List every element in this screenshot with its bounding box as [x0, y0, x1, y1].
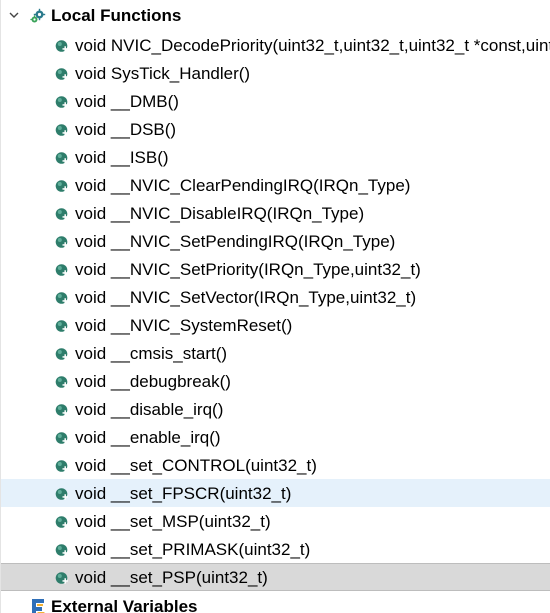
function-item-label: void __NVIC_SystemReset()	[75, 316, 293, 335]
function-item-label: void NVIC_DecodePriority(uint32_t,uint32…	[75, 36, 550, 55]
function-icon	[55, 292, 68, 304]
function-icon	[55, 516, 68, 528]
local-functions-list: void NVIC_DecodePriority(uint32_t,uint32…	[1, 31, 550, 591]
function-item[interactable]: void __set_MSP(uint32_t)	[1, 507, 550, 535]
function-icon	[55, 96, 68, 108]
function-item[interactable]: void __DSB()	[1, 115, 550, 143]
function-item-label: void __ISB()	[75, 148, 169, 167]
outline-tree: Local Functions void NVIC_DecodePriority…	[0, 0, 550, 613]
function-item-label: void __disable_irq()	[75, 400, 224, 419]
function-item-label: void __debugbreak()	[75, 372, 231, 391]
function-item[interactable]: void __DMB()	[1, 87, 550, 115]
function-item[interactable]: void __set_PRIMASK(uint32_t)	[1, 535, 550, 563]
function-icon	[55, 432, 68, 444]
external-variable-icon	[32, 599, 45, 613]
function-item-label: void __NVIC_DisableIRQ(IRQn_Type)	[75, 204, 365, 223]
function-icon	[55, 320, 68, 332]
gears-icon	[30, 8, 46, 23]
function-item-label: void __DMB()	[75, 92, 179, 111]
function-item-label: void __NVIC_ClearPendingIRQ(IRQn_Type)	[75, 176, 411, 195]
function-item[interactable]: void __NVIC_ClearPendingIRQ(IRQn_Type)	[1, 171, 550, 199]
function-item-label: void __set_FPSCR(uint32_t)	[75, 484, 292, 503]
function-item[interactable]: void __debugbreak()	[1, 367, 550, 395]
function-item[interactable]: void __disable_irq()	[1, 395, 550, 423]
function-icon	[55, 460, 68, 472]
function-item[interactable]: void SysTick_Handler()	[1, 59, 550, 87]
function-item-label: void __set_MSP(uint32_t)	[75, 512, 271, 531]
function-icon	[55, 488, 68, 500]
function-icon	[55, 208, 68, 220]
function-icon	[55, 40, 68, 52]
group-local-functions[interactable]: Local Functions	[1, 0, 550, 31]
function-item[interactable]: void __set_FPSCR(uint32_t)	[1, 479, 550, 507]
function-icon	[55, 68, 68, 80]
function-item-label: void __NVIC_SetPendingIRQ(IRQn_Type)	[75, 232, 396, 251]
group-label-local-functions: Local Functions	[51, 6, 182, 25]
function-icon	[55, 572, 68, 584]
chevron-down-icon[interactable]	[8, 9, 20, 21]
group-external-variables[interactable]: External Variables	[1, 591, 550, 613]
function-item[interactable]: void __cmsis_start()	[1, 339, 550, 367]
function-item[interactable]: void NVIC_DecodePriority(uint32_t,uint32…	[1, 31, 550, 59]
function-icon	[55, 124, 68, 136]
function-icon	[55, 348, 68, 360]
function-item-label: void SysTick_Handler()	[75, 64, 251, 83]
function-item[interactable]: void __NVIC_DisableIRQ(IRQn_Type)	[1, 199, 550, 227]
function-icon	[55, 376, 68, 388]
function-item-label: void __enable_irq()	[75, 428, 221, 447]
function-item-label: void __NVIC_SetPriority(IRQn_Type,uint32…	[75, 260, 421, 279]
function-icon	[55, 544, 68, 556]
function-item-label: void __set_CONTROL(uint32_t)	[75, 456, 317, 475]
function-item[interactable]: void __ISB()	[1, 143, 550, 171]
function-item[interactable]: void __set_CONTROL(uint32_t)	[1, 451, 550, 479]
function-item[interactable]: void __set_PSP(uint32_t)	[1, 563, 550, 591]
function-item[interactable]: void __enable_irq()	[1, 423, 550, 451]
function-item[interactable]: void __NVIC_SetVector(IRQn_Type,uint32_t…	[1, 283, 550, 311]
function-item-label: void __NVIC_SetVector(IRQn_Type,uint32_t…	[75, 288, 417, 307]
function-item-label: void __DSB()	[75, 120, 177, 139]
function-item[interactable]: void __NVIC_SetPriority(IRQn_Type,uint32…	[1, 255, 550, 283]
function-item-label: void __set_PSP(uint32_t)	[75, 568, 268, 587]
function-icon	[55, 264, 68, 276]
group-label-external-variables: External Variables	[51, 597, 198, 613]
function-item-label: void __set_PRIMASK(uint32_t)	[75, 540, 311, 559]
function-icon	[55, 180, 68, 192]
function-item[interactable]: void __NVIC_SetPendingIRQ(IRQn_Type)	[1, 227, 550, 255]
function-icon	[55, 404, 68, 416]
function-item-label: void __cmsis_start()	[75, 344, 228, 363]
function-icon	[55, 236, 68, 248]
function-icon	[55, 152, 68, 164]
function-item[interactable]: void __NVIC_SystemReset()	[1, 311, 550, 339]
